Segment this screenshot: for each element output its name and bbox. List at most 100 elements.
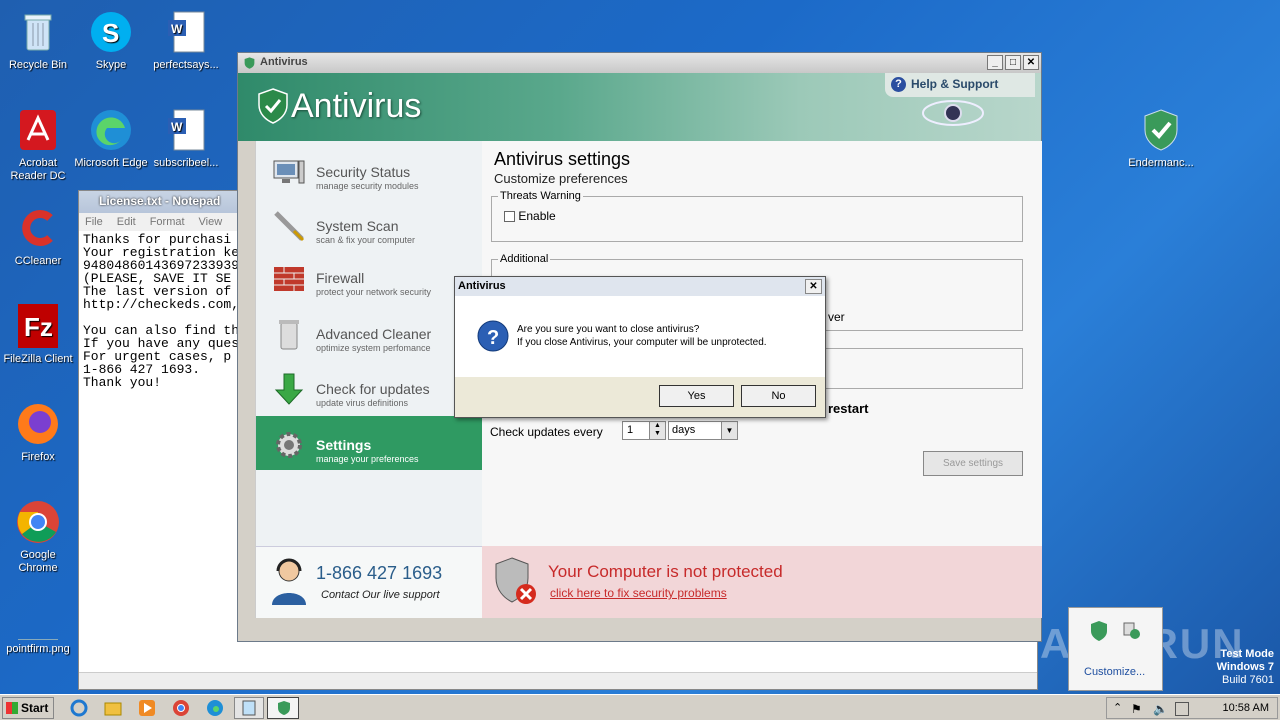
dialog-titlebar[interactable]: Antivirus ✕ xyxy=(455,277,825,296)
update-unit-value: days xyxy=(672,424,696,436)
no-label: No xyxy=(771,390,786,402)
desktop-icon-label: Google Chrome xyxy=(18,549,58,574)
nav-subtitle: optimize system perfomance xyxy=(316,343,431,353)
chevron-down-icon[interactable]: ▼ xyxy=(721,422,737,439)
desktop-icon-skype[interactable]: S Skype xyxy=(73,8,149,72)
shield-check-icon xyxy=(1091,621,1107,641)
system-tray: ⌃ ⚑ 🔈 10:58 AM xyxy=(1106,697,1278,719)
test-mode-line2: Windows 7 xyxy=(1216,661,1274,673)
nav-advanced-cleaner[interactable]: Advanced Cleaner optimize system perfoma… xyxy=(256,305,482,359)
desktop-icon-label: FileZilla Client xyxy=(3,353,73,365)
menu-edit[interactable]: Edit xyxy=(117,216,136,228)
minimize-button[interactable]: _ xyxy=(987,55,1003,70)
menu-format[interactable]: Format xyxy=(150,216,185,228)
question-icon: ? xyxy=(477,320,509,352)
dialog-title: Antivirus xyxy=(458,280,506,292)
edge-icon[interactable] xyxy=(206,699,224,717)
threats-warning-group: Threats Warning Enable xyxy=(491,190,1023,242)
eye-graphic-icon xyxy=(922,100,984,126)
save-settings-button[interactable]: Save settings xyxy=(923,451,1023,476)
protection-alert-panel: Your Computer is not protected click her… xyxy=(482,546,1042,618)
desktop-icon-endermanch[interactable]: Endermanc... xyxy=(1123,106,1199,170)
word-document-icon: W xyxy=(168,11,205,53)
check-updates-label: Check updates every xyxy=(490,425,603,439)
image-file-icon xyxy=(18,620,58,640)
desktop-icon-chrome[interactable]: Google Chrome xyxy=(0,498,76,575)
dialog-message-line2: If you close Antivirus, your computer wi… xyxy=(517,337,767,348)
yes-button[interactable]: Yes xyxy=(659,385,734,407)
tray-customize-popup[interactable]: Customize... xyxy=(1068,607,1163,691)
clock[interactable]: 10:58 AM xyxy=(1223,702,1269,714)
volume-icon[interactable]: 🔈 xyxy=(1153,702,1168,716)
yes-label: Yes xyxy=(687,390,706,402)
dialog-close-button[interactable]: ✕ xyxy=(805,279,822,294)
svg-text:W: W xyxy=(171,120,183,134)
firefox-icon xyxy=(18,404,58,444)
shield-error-icon xyxy=(495,557,536,604)
update-unit-select[interactable]: days ▼ xyxy=(668,421,738,440)
network-icon[interactable] xyxy=(1175,702,1189,716)
folder-icon[interactable] xyxy=(104,699,122,717)
help-support-label: Help & Support xyxy=(911,77,999,91)
enable-label: Enable xyxy=(518,209,556,223)
support-contact-label: Contact Our live support xyxy=(321,589,440,601)
notepad-taskbar-button[interactable] xyxy=(234,697,264,719)
no-button[interactable]: No xyxy=(741,385,816,407)
spinner-arrows-icon[interactable]: ▲ ▼ xyxy=(649,422,665,439)
desktop: Recycle Bin Acrobat Reader DC CCleaner F… xyxy=(0,0,1280,694)
nav-system-scan[interactable]: System Scan scan & fix your computer xyxy=(256,197,482,251)
update-interval-spinner[interactable]: 1 ▲ ▼ xyxy=(622,421,666,440)
fix-problems-link[interactable]: click here to fix security problems xyxy=(550,586,727,600)
nav-check-updates[interactable]: Check for updates update virus definitio… xyxy=(256,360,482,414)
help-support-button[interactable]: ? Help & Support xyxy=(885,73,1035,97)
protection-alert-title: Your Computer is not protected xyxy=(548,562,783,581)
start-button[interactable]: Start xyxy=(2,697,54,719)
nav-subtitle: protect your network security xyxy=(316,287,432,297)
desktop-icon-word-doc-1[interactable]: W perfectsays... xyxy=(148,8,224,72)
close-button[interactable]: ✕ xyxy=(1023,55,1039,70)
desktop-icon-label: Firefox xyxy=(21,451,55,463)
confirm-close-dialog[interactable]: Antivirus ✕ ? Are you sure you want to c… xyxy=(454,276,826,418)
antivirus-titlebar[interactable]: Antivirus _ □ ✕ xyxy=(238,53,1041,73)
svg-text:Fz: Fz xyxy=(24,312,53,342)
tray-expand-icon[interactable]: ⌃ xyxy=(1113,701,1122,714)
menu-file[interactable]: File xyxy=(85,216,103,228)
skype-icon: S xyxy=(91,12,131,52)
nav-security-status[interactable]: Security Status manage security modules xyxy=(256,143,482,197)
dialog-message-line1: Are you sure you want to close antivirus… xyxy=(517,324,700,335)
nav-subtitle: scan & fix your computer xyxy=(316,235,416,245)
gear-icon xyxy=(276,432,302,458)
start-label: Start xyxy=(21,701,49,715)
desktop-icon-ccleaner[interactable]: CCleaner xyxy=(0,204,76,268)
desktop-icon-firefox[interactable]: Firefox xyxy=(0,400,76,464)
edge-icon xyxy=(91,110,131,150)
word-document-icon: W xyxy=(168,109,205,151)
ie-icon[interactable] xyxy=(70,699,88,717)
enable-checkbox[interactable] xyxy=(504,211,515,223)
menu-view[interactable]: View xyxy=(199,216,223,228)
desktop-icon-filezilla[interactable]: Fz FileZilla Client xyxy=(0,302,76,366)
taskbar: Start ⌃ ⚑ 🔈 10:58 AM xyxy=(0,694,1280,720)
media-player-icon[interactable] xyxy=(138,699,156,717)
desktop-icon-pointfirm[interactable]: pointfirm.png xyxy=(0,620,76,656)
chrome-icon[interactable] xyxy=(172,699,190,717)
antivirus-taskbar-button[interactable] xyxy=(267,697,299,719)
flag-icon[interactable]: ⚑ xyxy=(1131,702,1145,716)
desktop-icon-label: Acrobat Reader DC xyxy=(10,157,66,182)
support-phone: 1-866 427 1693 xyxy=(316,563,443,583)
desktop-icon-acrobat[interactable]: Acrobat Reader DC xyxy=(0,106,76,183)
threats-warning-legend: Threats Warning xyxy=(500,190,581,202)
nav-settings[interactable]: Settings manage your preferences xyxy=(256,416,482,470)
nav-subtitle: update virus definitions xyxy=(316,398,409,408)
desktop-icon-edge[interactable]: Microsoft Edge xyxy=(73,106,149,170)
antivirus-logo-text: Antivirus xyxy=(291,87,422,125)
nav-firewall[interactable]: Firewall protect your network security xyxy=(256,249,482,303)
maximize-button[interactable]: □ xyxy=(1005,55,1021,70)
customize-link[interactable]: Customize... xyxy=(1084,666,1145,678)
desktop-icon-recycle-bin[interactable]: Recycle Bin xyxy=(0,8,76,72)
desktop-icon-word-doc-2[interactable]: W subscribeel... xyxy=(148,106,224,170)
recycle-bin-icon xyxy=(24,14,52,51)
shield-check-icon xyxy=(1144,109,1178,151)
firewall-icon xyxy=(274,267,304,291)
horizontal-scrollbar[interactable] xyxy=(79,672,1037,689)
